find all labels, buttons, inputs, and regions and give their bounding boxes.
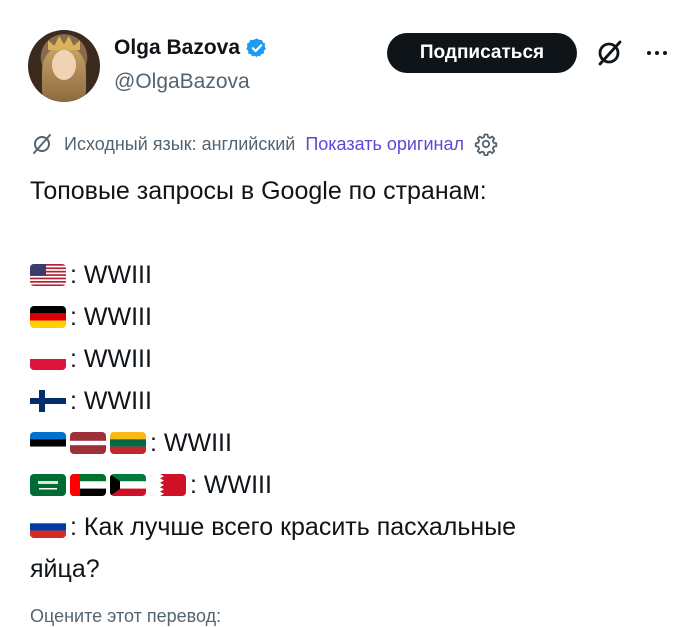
flag-lv-icon [70,432,106,454]
flag-ae-icon [70,474,106,496]
verified-badge-icon [246,38,266,58]
author-name[interactable]: Olga Bazova [114,36,268,60]
tweet-line-text: : WWIII [70,345,152,373]
flag-ru-icon [30,516,66,538]
flag-lt-icon [110,432,146,454]
tweet-line-last: яйца? [30,555,100,583]
tweet-line-text: : WWIII [70,303,152,331]
tweet-line-text: : Как лучше всего красить пасхальные [70,513,517,541]
tweet-line-text: : WWIII [190,471,272,499]
flag-ee-icon [30,432,66,454]
more-options-icon[interactable] [642,38,672,68]
author-handle[interactable]: @OlgaBazova [114,70,250,94]
avatar[interactable] [28,30,100,102]
tweet-line-gulf: : WWIII [30,464,670,506]
flag-sa-icon [30,474,66,496]
translation-bar: Исходный язык: английский Показать ориги… [30,132,498,156]
flag-bh-icon [150,474,186,496]
flag-kw-icon [110,474,146,496]
author-name-text: Olga Bazova [114,36,241,59]
tweet-heading: Топовые запросы в Google по странам: [30,177,487,205]
subscribe-button[interactable]: Подписаться [387,33,577,73]
source-language-label: Исходный язык: английский [64,133,296,154]
translate-icon [33,134,51,154]
rate-translation-label: Оцените этот перевод: [30,606,222,626]
grok-icon[interactable] [594,38,624,68]
tweet-line-ru: : Как лучше всего красить пасхальные [30,506,670,548]
tweet-line-baltics: : WWIII [30,422,670,464]
flag-fi-icon [30,390,66,412]
tweet-line-us: : WWIII [30,254,670,296]
tweet-line-text: : WWIII [70,387,152,415]
tweet-text: Топовые запросы в Google по странам: : W… [30,170,670,590]
tweet-line-de: : WWIII [30,296,670,338]
tweet-line-text: : WWIII [70,261,152,289]
tweet-line-fi: : WWIII [30,380,670,422]
flag-de-icon [30,306,66,328]
tweet-line-pl: : WWIII [30,338,670,380]
show-original-link[interactable]: Показать оригинал [305,134,464,155]
flag-pl-icon [30,348,66,370]
flag-us-icon [30,264,66,286]
tweet-line-text: : WWIII [150,429,232,457]
gear-icon[interactable] [474,132,498,156]
